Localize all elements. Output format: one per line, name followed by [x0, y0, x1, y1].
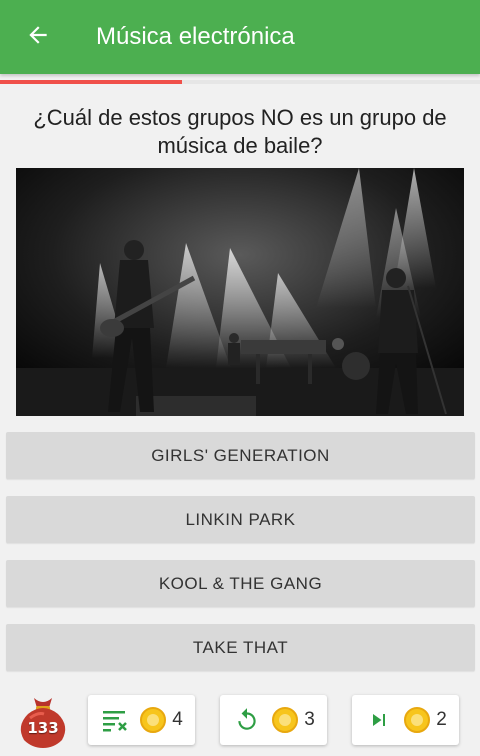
coins-total: 133	[27, 719, 59, 737]
answer-button-2[interactable]: LINKIN PARK	[6, 496, 475, 543]
refresh-cost: 3	[304, 709, 315, 730]
remove-answers-icon	[100, 705, 130, 735]
answer-button-4[interactable]: TAKE THAT	[6, 624, 475, 671]
answer-button-3[interactable]: KOOL & THE GANG	[6, 560, 475, 607]
question-image	[16, 168, 464, 416]
coin-bag-icon	[14, 698, 72, 754]
arrow-left-icon	[25, 22, 51, 53]
remove-answers-button[interactable]: 4	[88, 695, 195, 745]
coin-icon	[404, 707, 431, 733]
coin-icon	[272, 707, 299, 733]
coin-icon	[140, 707, 167, 733]
skip-cost: 2	[436, 709, 447, 730]
progress-bar-fill	[0, 80, 183, 84]
coin-bag[interactable]: 133	[14, 692, 72, 750]
page-title: Música electrónica	[96, 23, 295, 50]
back-button[interactable]	[18, 17, 58, 57]
skip-question-button[interactable]: 2	[352, 695, 459, 745]
progress-bar	[0, 80, 480, 84]
app-bar: Música electrónica	[0, 0, 480, 74]
refresh-icon	[232, 705, 262, 735]
answer-button-1[interactable]: GIRLS' GENERATION	[6, 432, 475, 479]
remove-answers-cost: 4	[172, 709, 183, 730]
question-text: ¿Cuál de estos grupos NO es un grupo de …	[33, 105, 447, 158]
refresh-question-button[interactable]: 3	[220, 695, 327, 745]
skip-icon	[364, 705, 394, 735]
